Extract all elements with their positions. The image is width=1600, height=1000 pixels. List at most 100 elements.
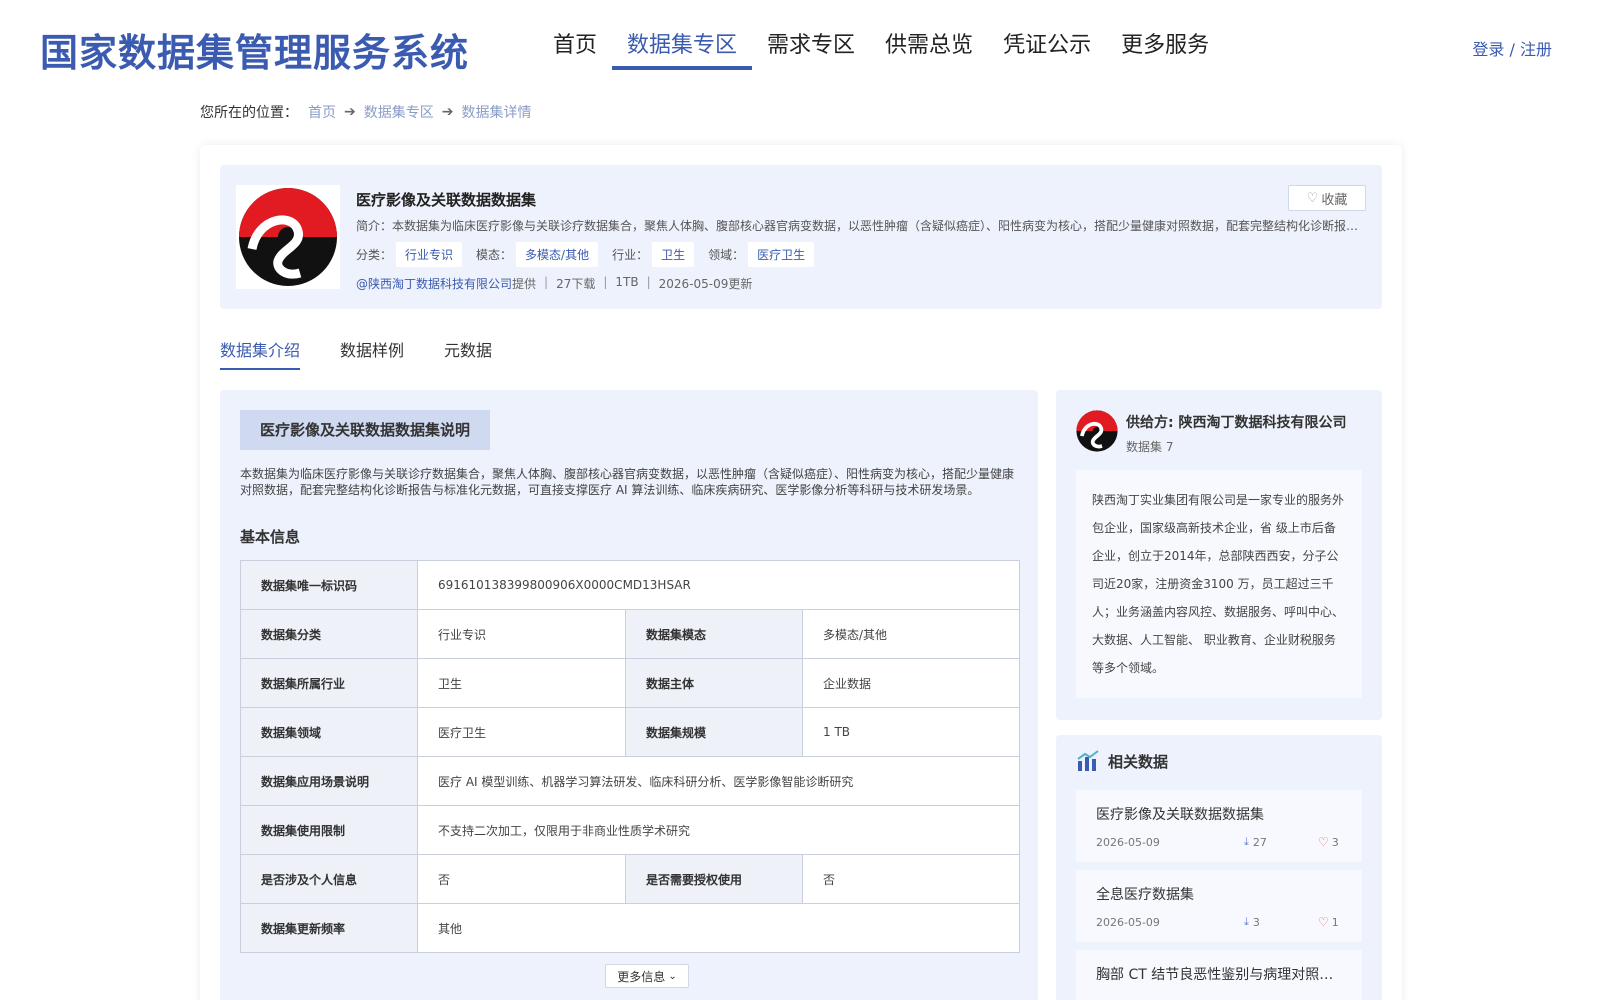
more-info-label: 更多信息 (617, 969, 666, 984)
related-item-likes: 3 (1331, 835, 1339, 849)
related-item-date: 2026-05-09 (1096, 836, 1160, 849)
table-row: 数据集分类 行业专识 数据集模态 多模态/其他 (240, 609, 1020, 659)
table-row: 数据集领域 医疗卫生 数据集规模 1 TB (240, 707, 1020, 757)
table-key: 数据集领域 (240, 707, 418, 757)
tag-label-category: 分类： (356, 248, 393, 262)
table-key: 是否涉及个人信息 (240, 854, 418, 904)
tab-intro[interactable]: 数据集介绍 (220, 338, 301, 374)
table-key: 数据集规模 (625, 707, 803, 757)
login-register-link[interactable]: 登录 / 注册 (1472, 36, 1552, 60)
table-value: 691610138399800906X0000CMD13HSAR (417, 560, 1020, 610)
related-item-likes: 1 (1331, 915, 1339, 929)
dataset-size: 1TB (615, 275, 639, 289)
download-icon: ⤓ (1244, 835, 1249, 848)
dataset-meta: @陕西淘丁数据科技有限公司 提供 | 27下载 | 1TB | 2026-05-… (356, 275, 753, 292)
chevron-down-icon: ⌄ (668, 970, 677, 982)
nav-certificates[interactable]: 凭证公示 (988, 28, 1106, 68)
table-value: 医疗 AI 模型训练、机器学习算法研发、临床科研分析、医学影像智能诊断研究 (417, 756, 1020, 806)
tab-metadata[interactable]: 元数据 (444, 338, 492, 374)
related-item-name[interactable]: 医疗影像及关联数据数据集 (1096, 804, 1336, 824)
download-icon: ⤓ (1244, 915, 1249, 928)
table-value: 行业专识 (417, 609, 626, 659)
supplier-dataset-count: 数据集 7 (1126, 440, 1174, 454)
related-item-downloads: 27 (1252, 835, 1267, 849)
supplier-logo[interactable] (1076, 410, 1118, 452)
download-count: 27下载 (556, 277, 596, 291)
table-value: 企业数据 (802, 658, 1020, 708)
heart-icon: ♡ (1318, 835, 1329, 849)
dataset-description: 简介：本数据集为临床医疗影像与关联诊疗数据集合，聚焦人体胸、腹部核心器官病变数据… (356, 219, 1366, 233)
top-header: 国家数据集管理服务系统 首页 数据集专区 需求专区 供需总览 凭证公示 更多服务… (0, 0, 1600, 90)
nav-overview[interactable]: 供需总览 (870, 28, 988, 68)
dataset-title: 医疗影像及关联数据数据集 (356, 191, 537, 209)
site-title[interactable]: 国家数据集管理服务系统 (40, 22, 469, 77)
related-item-downloads: 3 (1252, 915, 1260, 929)
list-item[interactable]: 全息医疗数据集 2026-05-09 ⤓ 3 ♡ 1 (1076, 870, 1362, 942)
favorite-label: 收藏 (1321, 192, 1348, 208)
supplier-description: 陕西淘丁实业集团有限公司是一家专业的服务外包企业，国家级高新技术企业，省 级上市… (1076, 470, 1362, 698)
dataset-tags: 分类： 行业专识 模态： 多模态/其他 行业： 卫生 领域： 医疗卫生 (356, 242, 828, 267)
breadcrumb-prefix: 您所在的位置： (200, 105, 298, 121)
table-key: 数据主体 (625, 658, 803, 708)
updated-date: 2026-05-09更新 (658, 277, 753, 291)
provider-suffix: 提供 (512, 277, 537, 291)
tag-industry[interactable]: 卫生 (652, 242, 695, 267)
related-header: 相关数据 (1076, 749, 1168, 773)
table-row: 数据集唯一标识码 691610138399800906X0000CMD13HSA… (240, 560, 1020, 610)
breadcrumb-datasets[interactable]: 数据集专区 (364, 102, 434, 122)
related-item-name[interactable]: 胸部 CT 结节良恶性鉴别与病理对照数据集 (1096, 964, 1336, 984)
more-info-button[interactable]: 更多信息 ⌄ (605, 964, 689, 988)
list-item[interactable]: 胸部 CT 结节良恶性鉴别与病理对照数据集 (1076, 950, 1362, 1000)
table-key: 数据集唯一标识码 (240, 560, 418, 610)
table-value: 不支持二次加工，仅限用于非商业性质学术研究 (417, 805, 1020, 855)
tag-modality[interactable]: 多模态/其他 (516, 242, 599, 267)
provider-logo (236, 185, 340, 289)
intro-panel: 医疗影像及关联数据数据集说明 本数据集为临床医疗影像与关联诊疗数据集合，聚焦人体… (220, 390, 1038, 1000)
related-data-card: 相关数据 医疗影像及关联数据数据集 2026-05-09 ⤓ 27 ♡ 3 全息医疗… (1056, 735, 1382, 1000)
provider-link[interactable]: @陕西淘丁数据科技有限公司 (356, 275, 512, 292)
table-row: 数据集使用限制 不支持二次加工，仅限用于非商业性质学术研究 (240, 805, 1020, 855)
nav-more-services[interactable]: 更多服务 (1106, 28, 1224, 68)
table-value: 1 TB (802, 707, 1020, 757)
related-title: 相关数据 (1108, 752, 1169, 771)
main-nav: 首页 数据集专区 需求专区 供需总览 凭证公示 更多服务 (538, 28, 1224, 70)
dataset-summary: 医疗影像及关联数据数据集 简介：本数据集为临床医疗影像与关联诊疗数据集合，聚焦人… (220, 165, 1382, 309)
table-key: 数据集更新频率 (240, 903, 418, 953)
basic-info-title: 基本信息 (240, 528, 301, 546)
table-value: 医疗卫生 (417, 707, 626, 757)
nav-demands[interactable]: 需求专区 (752, 28, 870, 68)
breadcrumb: 您所在的位置： 首页 ➔ 数据集专区 ➔ 数据集详情 (200, 102, 531, 122)
tag-category[interactable]: 行业专识 (396, 242, 463, 267)
dataset-detail-card: 医疗影像及关联数据数据集 简介：本数据集为临床医疗影像与关联诊疗数据集合，聚焦人… (200, 145, 1402, 1000)
table-value: 否 (802, 854, 1020, 904)
table-row: 数据集所属行业 卫生 数据主体 企业数据 (240, 658, 1020, 708)
related-item-date: 2026-05-09 (1096, 916, 1160, 929)
bar-chart-icon (1077, 750, 1099, 771)
nav-datasets[interactable]: 数据集专区 (612, 28, 753, 70)
heart-icon: ♡ (1306, 190, 1319, 206)
table-key: 数据集模态 (625, 609, 803, 659)
table-row: 数据集应用场景说明 医疗 AI 模型训练、机器学习算法研发、临床科研分析、医学影… (240, 756, 1020, 806)
table-value: 其他 (417, 903, 1020, 953)
breadcrumb-detail[interactable]: 数据集详情 (461, 102, 531, 122)
arrow-right-icon: ➔ (441, 104, 454, 120)
breadcrumb-home[interactable]: 首页 (308, 102, 336, 122)
heart-icon: ♡ (1318, 915, 1329, 929)
intro-section-title: 医疗影像及关联数据数据集说明 (240, 410, 490, 450)
list-item[interactable]: 医疗影像及关联数据数据集 2026-05-09 ⤓ 27 ♡ 3 (1076, 790, 1362, 862)
table-row: 数据集更新频率 其他 (240, 903, 1020, 953)
table-value: 卫生 (417, 658, 626, 708)
intro-text: 本数据集为临床医疗影像与关联诊疗数据集合，聚焦人体胸、腹部核心器官病变数据，以恶… (240, 467, 1015, 497)
supplier-name[interactable]: 供给方: 陕西淘丁数据科技有限公司 (1126, 412, 1346, 432)
related-item-name[interactable]: 全息医疗数据集 (1096, 884, 1336, 904)
table-key: 数据集使用限制 (240, 805, 418, 855)
table-key: 数据集应用场景说明 (240, 756, 418, 806)
favorite-button[interactable]: ♡ 收藏 (1288, 185, 1366, 211)
tag-label-domain: 领域： (708, 248, 745, 262)
nav-home[interactable]: 首页 (538, 28, 612, 68)
table-key: 数据集所属行业 (240, 658, 418, 708)
table-key: 是否需要授权使用 (625, 854, 803, 904)
table-value: 多模态/其他 (802, 609, 1020, 659)
tag-domain[interactable]: 医疗卫生 (748, 242, 815, 267)
tab-samples[interactable]: 数据样例 (340, 338, 404, 374)
